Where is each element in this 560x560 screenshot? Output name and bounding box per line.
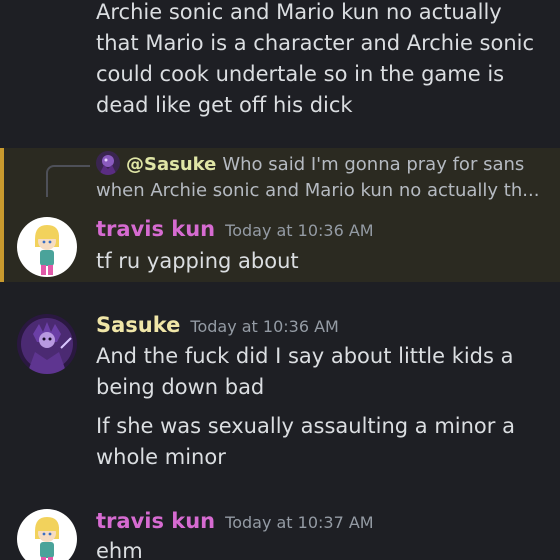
sasuke-avatar[interactable] <box>17 314 77 374</box>
message-content: tf ru yapping about <box>96 249 299 273</box>
message-header: travis kun Today at 10:37 AM <box>96 507 374 537</box>
author-name[interactable]: travis kun <box>96 509 215 533</box>
author-name[interactable]: Sasuke <box>96 313 180 337</box>
timestamp: Today at 10:37 AM <box>225 513 374 532</box>
travis-avatar[interactable] <box>17 217 77 277</box>
author-name[interactable]: travis kun <box>96 217 215 241</box>
message-content: ehm <box>96 539 143 560</box>
reply-avatar-icon <box>96 151 120 175</box>
reply-connector <box>46 165 90 197</box>
message-header: Sasuke Today at 10:36 AM <box>96 311 339 341</box>
message-content: And the fuck did I say about little kids… <box>96 344 514 399</box>
reply-author[interactable]: @Sasuke <box>126 154 216 175</box>
mention-bar <box>0 148 4 282</box>
chat-message-list: Archie sonic and Mario kun no actually t… <box>0 0 560 560</box>
travis-avatar[interactable] <box>17 509 77 560</box>
reply-preview[interactable]: @Sasuke Who said I'm gonna pray for sans … <box>96 151 546 204</box>
message-content: If she was sexually assaulting a minor a… <box>96 414 515 469</box>
message-content: Archie sonic and Mario kun no actually t… <box>96 0 535 117</box>
message-header: travis kun Today at 10:36 AM <box>96 215 374 245</box>
timestamp: Today at 10:36 AM <box>225 221 374 240</box>
timestamp: Today at 10:36 AM <box>190 317 339 336</box>
